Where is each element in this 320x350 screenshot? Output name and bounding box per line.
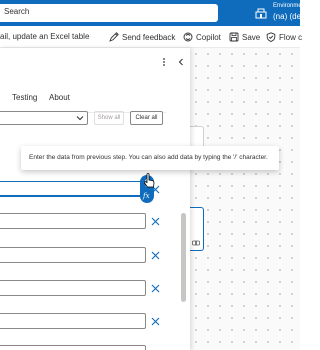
parameter-field-1[interactable]: [0, 181, 146, 197]
dynamic-content-tooltip: Enter the data from previous step. You c…: [21, 146, 279, 170]
parameter-field-6[interactable]: [0, 345, 146, 350]
search-placeholder: Search: [4, 7, 30, 16]
environment-name[interactable]: (na) (default): [273, 12, 319, 21]
show-all-button: Show all: [94, 111, 124, 125]
flow-canvas[interactable]: [190, 48, 300, 350]
clear-all-button[interactable]: Clear all: [130, 111, 163, 125]
more-icon[interactable]: [161, 56, 167, 68]
tab-testing[interactable]: Testing: [12, 93, 37, 102]
flow-title: ail, update an Excel table: [0, 32, 90, 41]
scrollbar-thumb[interactable]: [181, 213, 186, 302]
parameter-field-3[interactable]: [0, 247, 146, 263]
copilot-label: Copilot: [196, 32, 221, 42]
flow-node-selected[interactable]: [190, 207, 204, 251]
copilot-button[interactable]: Copilot: [183, 31, 221, 43]
save-icon: [229, 32, 239, 42]
flow-node[interactable]: [190, 126, 204, 148]
fx-icon: fx: [142, 192, 150, 200]
save-button[interactable]: Save: [229, 31, 260, 43]
flow-checker-icon: [266, 32, 276, 42]
environment-icon[interactable]: [255, 7, 267, 19]
dismiss-icon[interactable]: [151, 217, 160, 226]
environment-label: Environments: [273, 3, 310, 9]
search-input[interactable]: Search: [0, 4, 218, 22]
collapse-icon[interactable]: [176, 56, 186, 68]
link-icon: [192, 240, 200, 246]
flow-checker-button[interactable]: Flow c: [266, 31, 302, 43]
dismiss-icon[interactable]: [151, 317, 160, 326]
send-feedback-button[interactable]: Send feedback: [109, 31, 175, 43]
dismiss-icon[interactable]: [151, 284, 160, 293]
chevron-down-icon: [76, 116, 84, 121]
top-header: Search Environments (na) (default): [0, 0, 319, 26]
copilot-icon: [183, 32, 193, 42]
parameter-field-4[interactable]: [0, 280, 146, 296]
parameter-field-2[interactable]: [0, 213, 146, 229]
save-label: Save: [242, 32, 261, 42]
parameter-field-5[interactable]: [0, 313, 146, 329]
dismiss-icon[interactable]: [151, 251, 160, 260]
send-feedback-label: Send feedback: [122, 32, 176, 42]
tab-about[interactable]: About: [49, 93, 70, 102]
action-details-panel: Testing About Show all Clear all fx: [0, 48, 190, 350]
flow-checker-label: Flow c: [279, 32, 303, 42]
svg-text:fx: fx: [142, 192, 150, 200]
parameter-dropdown[interactable]: [0, 111, 88, 125]
command-bar: ail, update an Excel table Send feedback…: [0, 26, 302, 48]
pointer-cursor-icon: [143, 173, 155, 188]
feedback-icon: [109, 32, 119, 42]
